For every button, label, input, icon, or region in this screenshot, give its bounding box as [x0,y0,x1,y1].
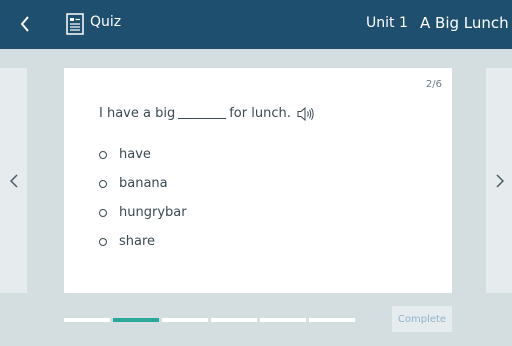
option-label: have [119,147,151,162]
speaker-button[interactable] [297,106,315,121]
question-card: 2/6 I have a big for lunch. have banana … [64,68,452,293]
back-button[interactable] [14,12,36,36]
option-hungrybar[interactable]: hungrybar [99,198,187,227]
option-label: share [119,234,156,249]
question-after: for lunch. [229,106,291,121]
option-label: hungrybar [119,205,187,220]
option-banana[interactable]: banana [99,169,187,198]
answer-options: have banana hungrybar share [99,140,187,256]
chevron-left-icon [9,173,18,188]
option-share[interactable]: share [99,227,187,256]
radio-button[interactable] [99,208,107,217]
question-text: I have a big for lunch. [99,106,315,121]
chevron-left-icon [20,16,29,32]
progress-segment-5 [260,318,306,322]
progress-segment-2 [113,318,159,322]
radio-button[interactable] [99,237,107,246]
complete-button[interactable]: Complete [392,306,452,332]
radio-button[interactable] [99,179,107,188]
question-before: I have a big [99,106,176,121]
chevron-right-icon [495,173,504,188]
page-count: 2/6 [425,79,442,90]
progress-segment-3 [162,318,208,322]
option-label: banana [119,176,168,191]
progress-bar [64,318,358,322]
radio-button[interactable] [99,150,107,159]
previous-question-button[interactable] [0,68,27,293]
option-have[interactable]: have [99,140,187,169]
speaker-icon [297,106,314,121]
answer-blank [178,108,227,119]
lesson-title: A Big Lunch [420,14,509,32]
quiz-label: Quiz [90,14,122,30]
document-icon [66,13,84,35]
next-question-button[interactable] [486,68,512,293]
header-bar: Quiz Unit 1 A Big Lunch [0,0,512,49]
progress-segment-1 [64,318,110,322]
unit-label: Unit 1 [366,15,408,31]
progress-segment-4 [211,318,257,322]
progress-segment-6 [309,318,355,322]
